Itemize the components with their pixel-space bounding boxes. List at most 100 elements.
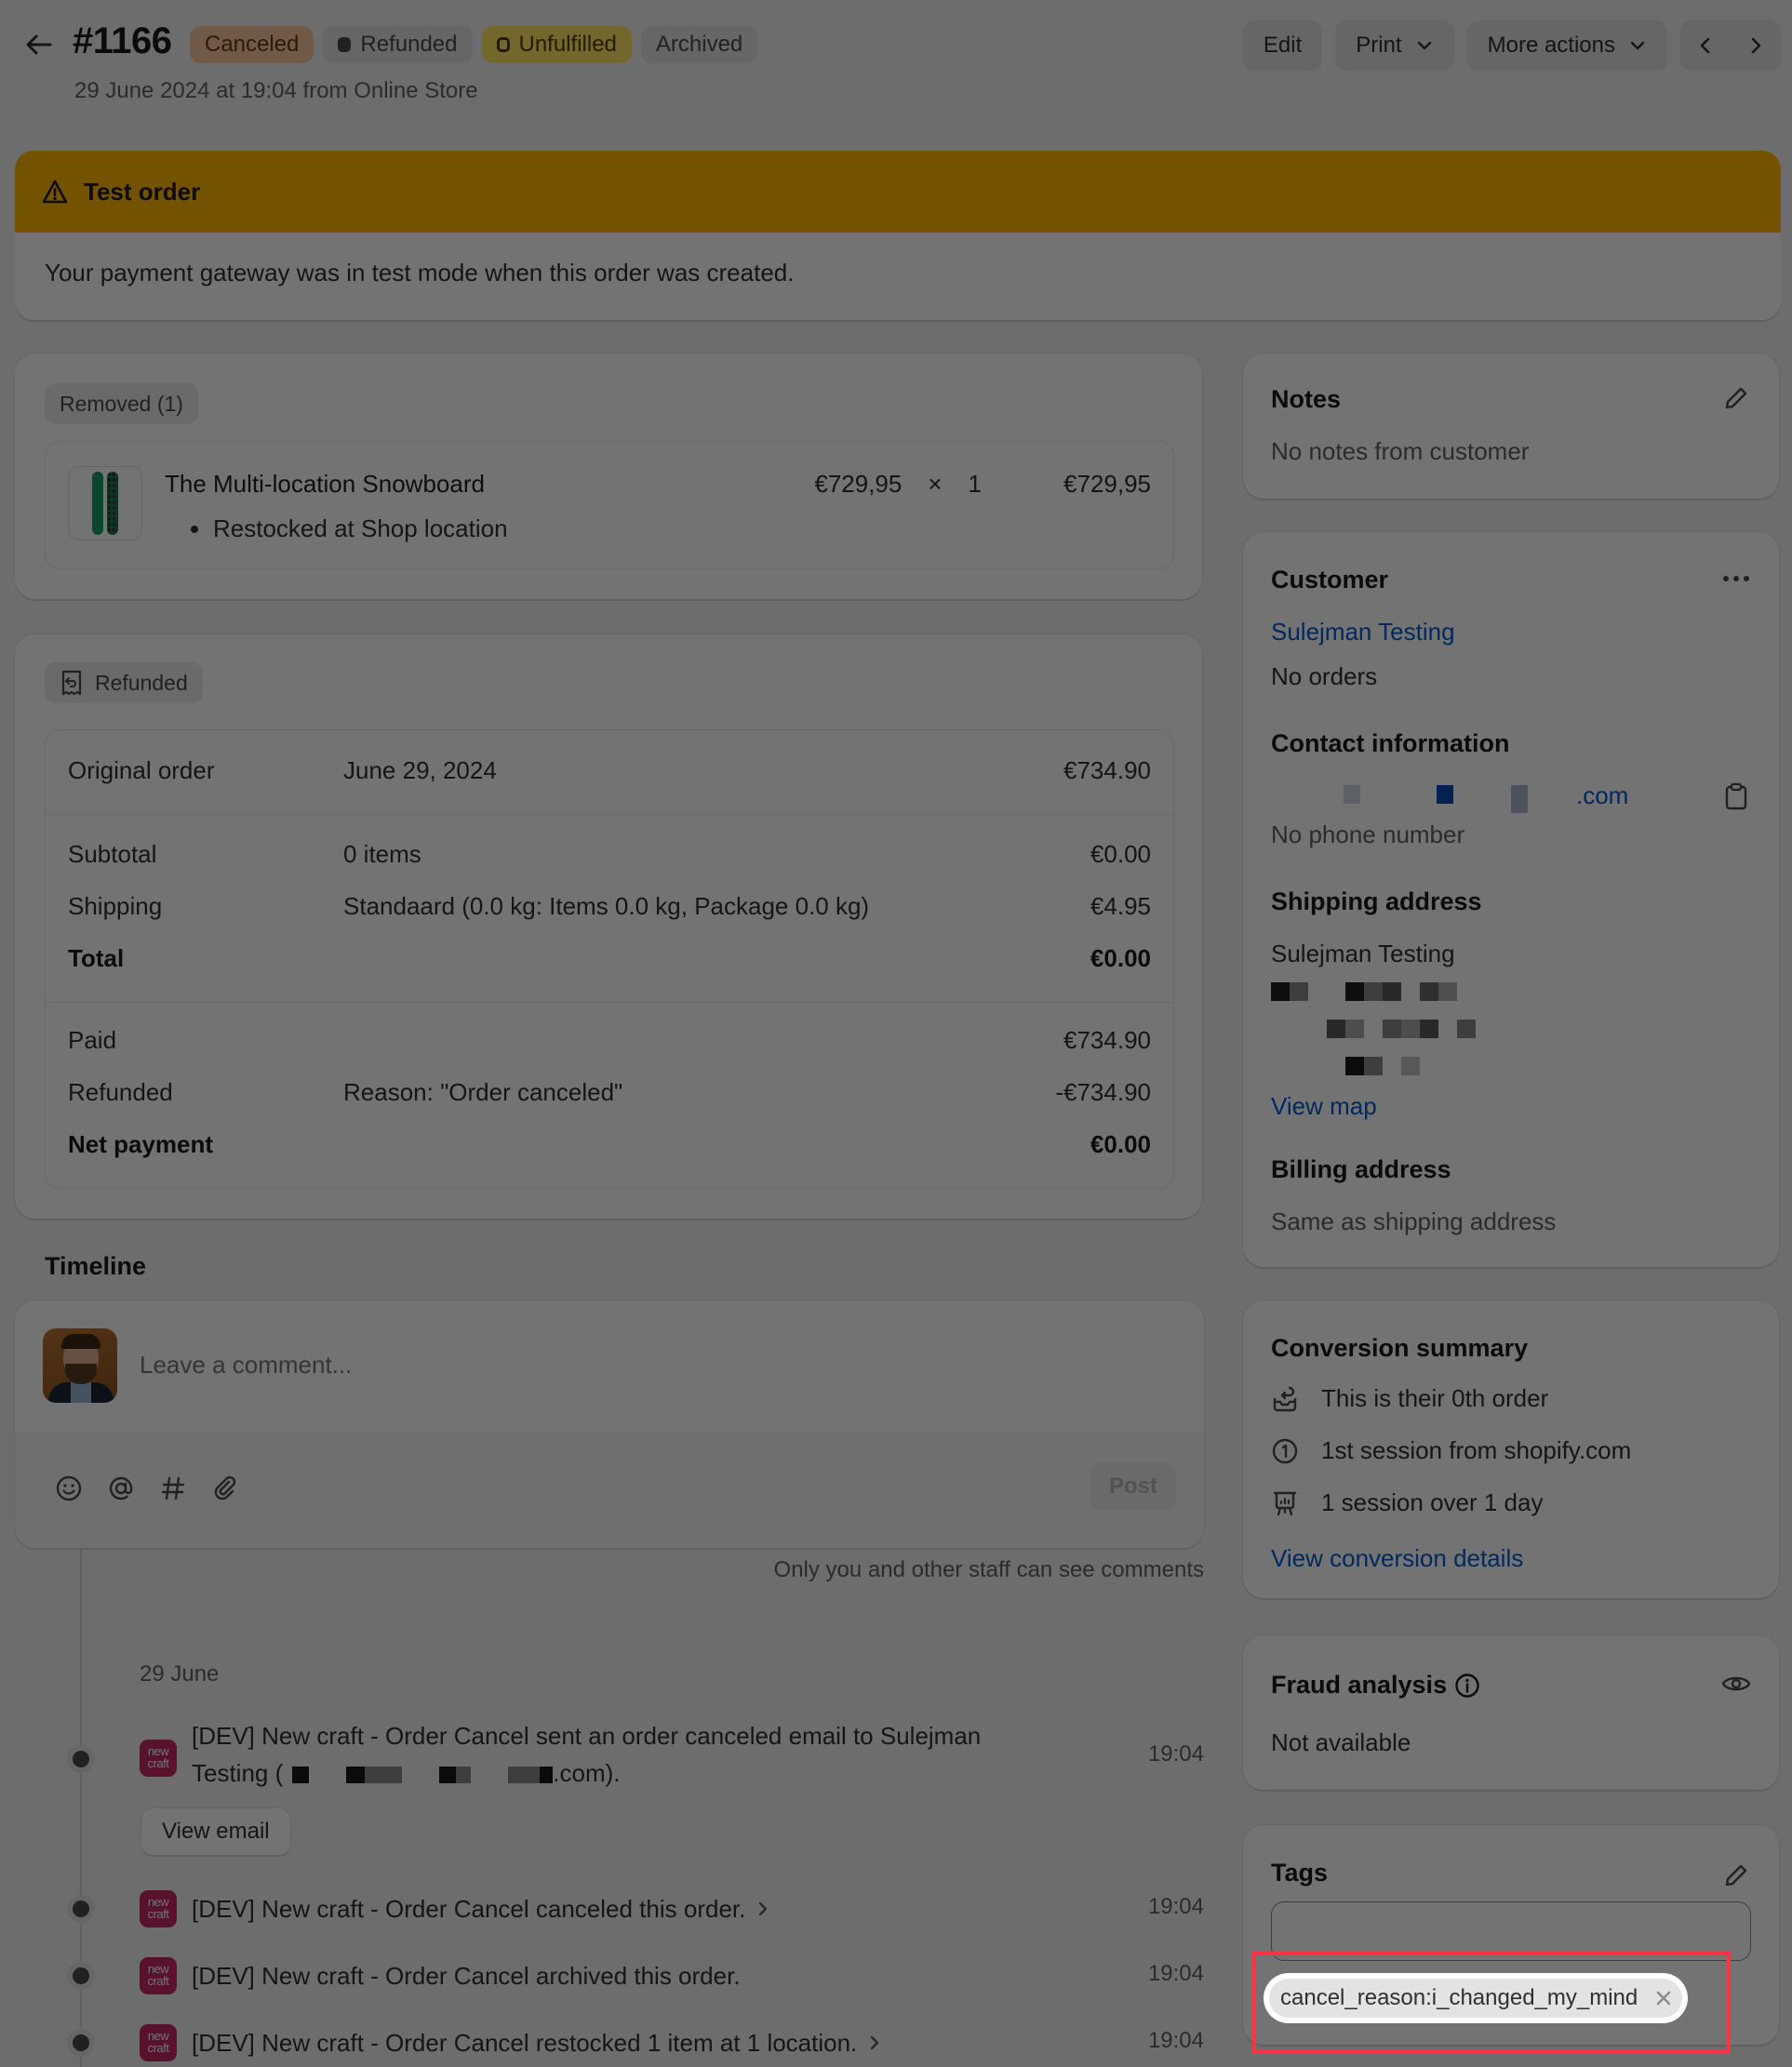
row-amount: €4.95 xyxy=(1090,892,1151,920)
order-details-page: #1166 Canceled Refunded Unfulfilled Arch… xyxy=(0,0,1792,2067)
redacted-block xyxy=(1401,1020,1420,1038)
customer-email-link[interactable]: .com xyxy=(1271,780,1680,813)
edit-button[interactable]: Edit xyxy=(1242,20,1323,71)
timeline-dot xyxy=(73,2034,89,2051)
tag-chip-highlight: cancel_reason:i_changed_my_mind xyxy=(1264,1973,1689,2023)
comment-input[interactable] xyxy=(140,1351,1070,1380)
edit-notes-button[interactable] xyxy=(1721,383,1751,413)
next-order-button[interactable] xyxy=(1731,20,1781,71)
hashtag-button[interactable] xyxy=(158,1474,188,1503)
chevron-right-icon[interactable] xyxy=(756,1890,769,1927)
status-badge-unfulfilled: Unfulfilled xyxy=(481,26,632,63)
refund-row-subtotal: Subtotal 0 items €0.00 xyxy=(68,840,1151,873)
row-amount: €0.00 xyxy=(1090,944,1151,972)
order-return-icon xyxy=(1273,1386,1297,1411)
redacted-email xyxy=(1344,785,1360,804)
status-badges: Canceled Refunded Unfulfilled Archived xyxy=(190,26,758,63)
new-craft-app-icon: new craft xyxy=(140,1890,177,1927)
banner-message: Your payment gateway was in test mode wh… xyxy=(45,259,795,287)
back-button[interactable] xyxy=(22,28,56,61)
redacted-email xyxy=(508,1767,541,1784)
fraud-analysis-title-text: Fraud analysis xyxy=(1271,1671,1448,1699)
shipping-name: Sulejman Testing xyxy=(1271,940,1455,967)
row-label: Total xyxy=(68,944,125,972)
copy-email-button[interactable] xyxy=(1721,781,1751,811)
edit-tags-button[interactable] xyxy=(1721,1860,1751,1890)
customer-name-link[interactable]: Sulejman Testing xyxy=(1271,618,1455,647)
removed-items-label: Removed (1) xyxy=(45,383,198,424)
previous-order-button[interactable] xyxy=(1680,20,1731,71)
tags-title: Tags xyxy=(1271,1859,1329,1887)
more-actions-button[interactable]: More actions xyxy=(1466,20,1667,71)
badge-label: Refunded xyxy=(360,32,458,57)
banner-title: Test order xyxy=(84,177,201,206)
row-label: Net payment xyxy=(68,1130,214,1158)
refund-row-paid: Paid €734.90 xyxy=(68,1026,1151,1060)
hashtag-icon xyxy=(161,1476,185,1500)
event-time: 19:04 xyxy=(1147,1961,1204,1986)
product-name[interactable]: The Multi-location Snowboard xyxy=(165,470,485,499)
timeline-event[interactable]: new craft [DEV] New craft - Order Cancel … xyxy=(0,2024,1204,2065)
redacted-email xyxy=(346,1767,366,1784)
new-craft-app-icon: new craft xyxy=(140,1957,177,1994)
edit-label: Edit xyxy=(1263,33,1303,58)
timeline-dot xyxy=(73,1751,89,1767)
test-order-banner: Test order Your payment gateway was in t… xyxy=(15,151,1781,320)
view-email-button[interactable]: View email xyxy=(141,1808,290,1855)
divider xyxy=(46,814,1173,815)
post-button[interactable]: Post xyxy=(1090,1462,1176,1511)
info-icon[interactable] xyxy=(1454,1673,1480,1699)
mention-button[interactable] xyxy=(106,1474,136,1503)
order-pagination xyxy=(1680,20,1781,71)
eye-icon xyxy=(1721,1676,1751,1691)
snowboard-image xyxy=(92,472,103,535)
page-header: #1166 Canceled Refunded Unfulfilled Arch… xyxy=(0,0,1792,121)
print-button[interactable]: Print xyxy=(1335,20,1454,71)
unit-price-quantity: €729,95 × 1 xyxy=(814,470,982,499)
view-map-link[interactable]: View map xyxy=(1271,1092,1377,1121)
pencil-icon xyxy=(1725,387,1747,409)
redacted-block xyxy=(1383,982,1401,1001)
row-label: Paid xyxy=(68,1026,117,1054)
new-craft-app-icon: new craft xyxy=(140,2024,177,2061)
redacted-block xyxy=(1364,1057,1383,1075)
comment-box: Post xyxy=(15,1300,1204,1548)
product-thumbnail[interactable] xyxy=(68,466,142,540)
redacted-block xyxy=(1383,1020,1401,1038)
fraud-analysis-title: Fraud analysis xyxy=(1271,1671,1480,1700)
event-time: 19:04 xyxy=(1147,1741,1204,1767)
redacted-email xyxy=(365,1767,403,1784)
customer-menu-button[interactable] xyxy=(1721,564,1751,593)
conversion-row-text: 1st session from shopify.com xyxy=(1321,1436,1632,1464)
tag-chip[interactable]: cancel_reason:i_changed_my_mind xyxy=(1269,1979,1683,2018)
clipboard-icon xyxy=(1725,782,1747,810)
view-conversion-details-link[interactable]: View conversion details xyxy=(1271,1544,1523,1573)
status-badge-refunded: Refunded xyxy=(323,26,473,63)
attach-button[interactable] xyxy=(210,1474,240,1503)
refund-row-net-payment: Net payment €0.00 xyxy=(68,1130,1151,1164)
app-icon-text: craft xyxy=(147,2041,169,2055)
redacted-block xyxy=(1345,1020,1364,1038)
redacted-block xyxy=(1438,982,1457,1001)
row-label: Refunded xyxy=(68,1078,173,1106)
row-amount: €734.90 xyxy=(1063,756,1151,784)
conversion-row: 1st session from shopify.com xyxy=(1271,1436,1631,1465)
refund-row-refunded: Refunded Reason: "Order canceled" -€734.… xyxy=(68,1078,1151,1112)
timeline-event[interactable]: new craft [DEV] New craft - Order Cancel … xyxy=(0,1890,1204,1931)
toggle-fraud-visibility-button[interactable] xyxy=(1721,1669,1751,1699)
badge-label: Canceled xyxy=(205,32,300,57)
app-icon-text: craft xyxy=(147,1907,169,1921)
row-label: Shipping xyxy=(68,892,163,920)
remove-tag-button[interactable] xyxy=(1656,1991,1671,2006)
redacted-email xyxy=(439,1767,457,1784)
timeline-event: new craft [DEV] New craft - Order Cancel … xyxy=(0,1957,1204,1998)
avatar-beard xyxy=(65,1364,97,1384)
line-item: The Multi-location Snowboard Restocked a… xyxy=(45,441,1174,569)
tags-input[interactable] xyxy=(1271,1901,1751,1961)
fraud-analysis-text: Not available xyxy=(1271,1728,1411,1756)
redacted-email xyxy=(1511,785,1528,813)
emoji-button[interactable] xyxy=(54,1474,84,1503)
line-total: €729,95 xyxy=(1063,470,1151,498)
number-one-circle-icon xyxy=(1272,1438,1298,1463)
chevron-right-icon[interactable] xyxy=(868,2024,881,2061)
